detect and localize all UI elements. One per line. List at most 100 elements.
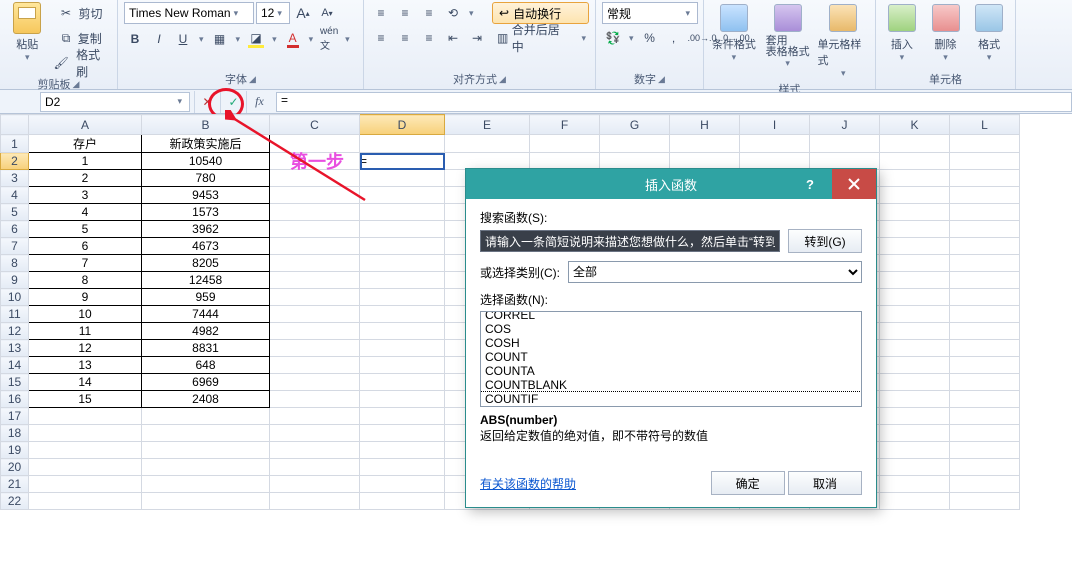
cell-L20[interactable] [950, 459, 1020, 476]
cell-K5[interactable] [880, 204, 950, 221]
go-button[interactable]: 转到(G) [788, 229, 862, 253]
cell-D11[interactable] [360, 306, 445, 323]
cell-G2[interactable] [600, 153, 670, 170]
cell-A17[interactable] [29, 408, 142, 425]
row-header-17[interactable]: 17 [1, 408, 29, 425]
cell-I2[interactable] [740, 153, 810, 170]
cell-C1[interactable] [270, 135, 360, 153]
row-header-20[interactable]: 20 [1, 459, 29, 476]
cell-B11[interactable]: 7444 [142, 306, 270, 323]
cell-K2[interactable] [880, 153, 950, 170]
cell-L21[interactable] [950, 476, 1020, 493]
percent-button[interactable]: % [639, 27, 661, 49]
cell-D16[interactable] [360, 391, 445, 408]
cell-B19[interactable] [142, 442, 270, 459]
cell-C13[interactable] [270, 340, 360, 357]
enter-formula-button[interactable]: ✓ [220, 91, 246, 113]
number-format-select[interactable]: 常规▾ [602, 2, 698, 24]
cell-A7[interactable]: 6 [29, 238, 142, 255]
cell-D13[interactable] [360, 340, 445, 357]
row-header-7[interactable]: 7 [1, 238, 29, 255]
col-header-J[interactable]: J [810, 115, 880, 135]
cell-C7[interactable] [270, 238, 360, 255]
cell-A13[interactable]: 12 [29, 340, 142, 357]
align-right-button[interactable]: ≡ [418, 27, 440, 49]
cell-A6[interactable]: 5 [29, 221, 142, 238]
format-painter-button[interactable]: 🖌 格式刷 [52, 52, 111, 74]
cell-C8[interactable] [270, 255, 360, 272]
font-name-select[interactable]: Times New Roman▾ [124, 2, 254, 24]
cell-D9[interactable] [360, 272, 445, 289]
cancel-formula-button[interactable]: ✕ [194, 91, 220, 113]
cell-E2[interactable] [445, 153, 530, 170]
cell-K4[interactable] [880, 187, 950, 204]
cell-C21[interactable] [270, 476, 360, 493]
dialog-close-button[interactable] [832, 169, 876, 199]
cell-J1[interactable] [810, 135, 880, 153]
row-header-8[interactable]: 8 [1, 255, 29, 272]
cell-D2[interactable]: = [360, 153, 445, 170]
col-header-B[interactable]: B [142, 115, 270, 135]
function-item-correl[interactable]: CORREL [481, 311, 861, 322]
delete-cells-button[interactable]: 删除▾ [926, 2, 966, 63]
col-header-K[interactable]: K [880, 115, 950, 135]
cell-L11[interactable] [950, 306, 1020, 323]
cell-A18[interactable] [29, 425, 142, 442]
cell-B4[interactable]: 9453 [142, 187, 270, 204]
cell-D4[interactable] [360, 187, 445, 204]
cell-B22[interactable] [142, 493, 270, 510]
cell-C17[interactable] [270, 408, 360, 425]
cell-D19[interactable] [360, 442, 445, 459]
cell-F1[interactable] [530, 135, 600, 153]
cell-C16[interactable] [270, 391, 360, 408]
cell-C3[interactable] [270, 170, 360, 187]
cell-A19[interactable] [29, 442, 142, 459]
cell-L5[interactable] [950, 204, 1020, 221]
cell-C19[interactable] [270, 442, 360, 459]
shrink-font-button[interactable]: A▾ [316, 2, 338, 24]
function-item-countblank[interactable]: COUNTBLANK [481, 378, 861, 392]
name-box[interactable]: D2▾ [40, 92, 190, 112]
cell-B14[interactable]: 648 [142, 357, 270, 374]
col-header-D[interactable]: D [360, 115, 445, 135]
cell-B21[interactable] [142, 476, 270, 493]
cell-D18[interactable] [360, 425, 445, 442]
cell-L16[interactable] [950, 391, 1020, 408]
cell-K9[interactable] [880, 272, 950, 289]
cell-C15[interactable] [270, 374, 360, 391]
cell-A9[interactable]: 8 [29, 272, 142, 289]
cell-A4[interactable]: 3 [29, 187, 142, 204]
ok-button[interactable]: 确定 [711, 471, 785, 495]
cell-D8[interactable] [360, 255, 445, 272]
cell-K19[interactable] [880, 442, 950, 459]
row-header-9[interactable]: 9 [1, 272, 29, 289]
row-header-11[interactable]: 11 [1, 306, 29, 323]
cell-L15[interactable] [950, 374, 1020, 391]
cell-L12[interactable] [950, 323, 1020, 340]
merge-center-button[interactable]: ▥ 合并后居中 [492, 27, 576, 49]
function-item-countif[interactable]: COUNTIF [481, 392, 861, 406]
function-item-cos[interactable]: COS [481, 322, 861, 336]
search-input[interactable] [480, 230, 780, 252]
col-header-G[interactable]: G [600, 115, 670, 135]
cell-D14[interactable] [360, 357, 445, 374]
cell-B7[interactable]: 4673 [142, 238, 270, 255]
cell-B9[interactable]: 12458 [142, 272, 270, 289]
category-select[interactable]: 全部 [568, 261, 862, 283]
cell-A21[interactable] [29, 476, 142, 493]
col-header-H[interactable]: H [670, 115, 740, 135]
cell-A11[interactable]: 10 [29, 306, 142, 323]
cell-B1[interactable]: 新政策实施后 [142, 135, 270, 153]
cell-A15[interactable]: 14 [29, 374, 142, 391]
col-header-L[interactable]: L [950, 115, 1020, 135]
cell-C2[interactable] [270, 153, 360, 170]
cell-K10[interactable] [880, 289, 950, 306]
cell-B17[interactable] [142, 408, 270, 425]
cell-styles-button[interactable]: 单元格样式▾ [817, 2, 869, 79]
cell-K12[interactable] [880, 323, 950, 340]
cell-B13[interactable]: 8831 [142, 340, 270, 357]
cell-L19[interactable] [950, 442, 1020, 459]
cell-C22[interactable] [270, 493, 360, 510]
cell-L6[interactable] [950, 221, 1020, 238]
format-as-table-button[interactable]: 套用 表格格式▾ [762, 2, 814, 69]
